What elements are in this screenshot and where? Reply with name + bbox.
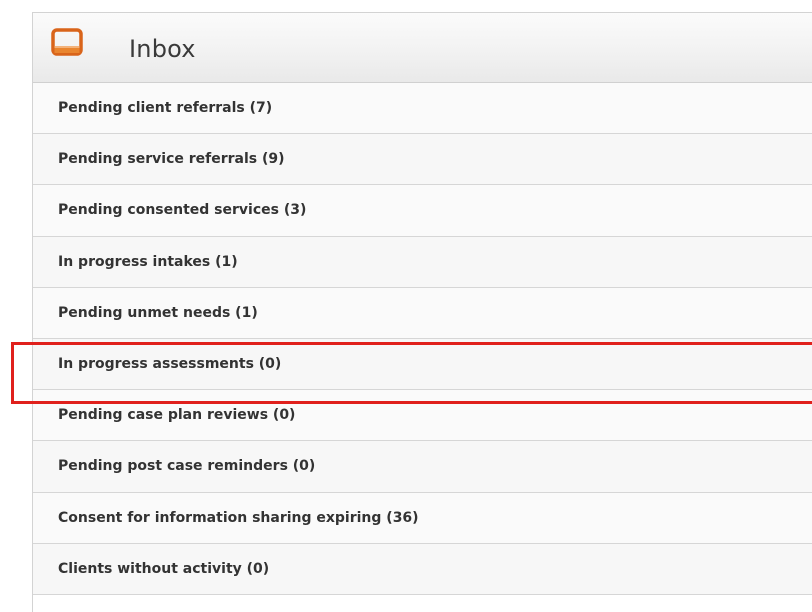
- inbox-item-clients-without-activity[interactable]: Clients without activity (0): [33, 543, 812, 595]
- inbox-panel: Inbox Pending client referrals (7) Pendi…: [32, 12, 812, 612]
- inbox-item-label: Pending service referrals (9): [58, 151, 285, 168]
- inbox-item-label: Pending unmet needs (1): [58, 304, 258, 321]
- inbox-item-in-progress-intakes[interactable]: In progress intakes (1): [33, 236, 812, 288]
- inbox-item-label: Pending post case reminders (0): [58, 458, 316, 475]
- inbox-list: Pending client referrals (7) Pending ser…: [33, 83, 812, 595]
- inbox-item-label: Pending consented services (3): [58, 202, 307, 219]
- inbox-item-label: In progress assessments (0): [58, 356, 282, 373]
- inbox-item-label: Clients without activity (0): [58, 560, 270, 577]
- inbox-item-label: Pending case plan reviews (0): [58, 407, 296, 424]
- inbox-item-label: Pending client referrals (7): [58, 100, 273, 117]
- inbox-item-pending-client-referrals[interactable]: Pending client referrals (7): [33, 83, 812, 135]
- inbox-title: Inbox: [129, 35, 196, 63]
- inbox-item-pending-unmet-needs[interactable]: Pending unmet needs (1): [33, 287, 812, 339]
- inbox-item-pending-consented-services[interactable]: Pending consented services (3): [33, 185, 812, 237]
- inbox-item-pending-service-referrals[interactable]: Pending service referrals (9): [33, 134, 812, 186]
- inbox-item-label: In progress intakes (1): [58, 253, 238, 270]
- inbox-item-pending-post-case-reminders[interactable]: Pending post case reminders (0): [33, 441, 812, 493]
- inbox-item-label: Consent for information sharing expiring…: [58, 509, 419, 526]
- inbox-item-pending-case-plan-reviews[interactable]: Pending case plan reviews (0): [33, 390, 812, 442]
- inbox-tray-icon: [51, 28, 83, 56]
- inbox-item-consent-expiring[interactable]: Consent for information sharing expiring…: [33, 492, 812, 544]
- inbox-header: Inbox: [33, 13, 812, 83]
- inbox-item-in-progress-assessments[interactable]: In progress assessments (0): [33, 338, 812, 391]
